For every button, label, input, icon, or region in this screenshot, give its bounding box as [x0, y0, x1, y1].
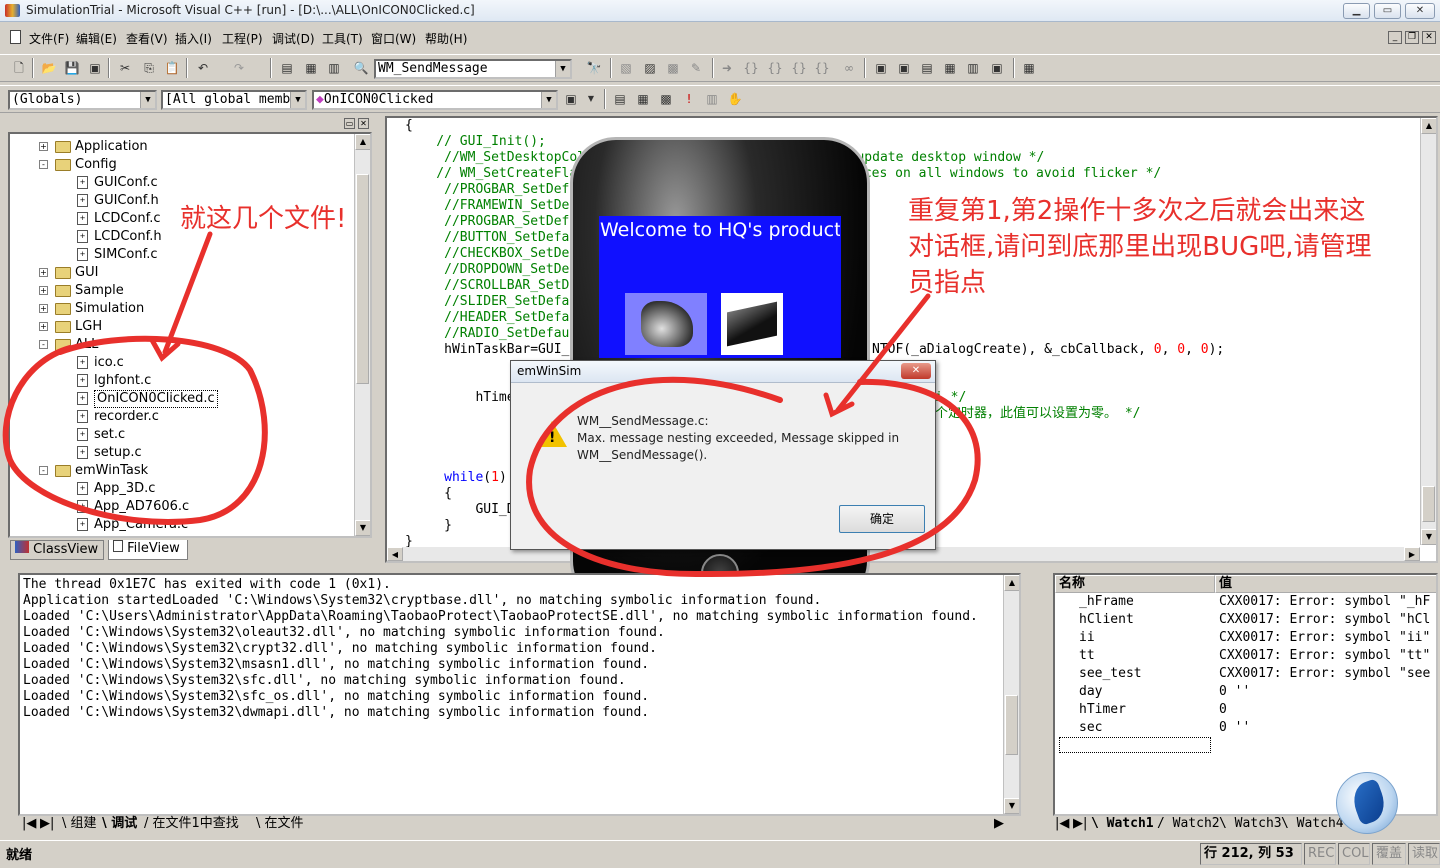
annotation-right-3: 员指点 — [908, 268, 987, 298]
annotation-right-1: 重复第1,第2操作十多次之后就会出来这 — [908, 196, 1366, 226]
right-arrow — [823, 293, 931, 418]
annotation-left: 就这几个文件! — [180, 204, 347, 234]
annotation-marks — [2, 231, 981, 578]
annotation-right-2: 对话框,请问到底那里出现BUG吧,请管理 — [908, 232, 1372, 262]
left-circle — [2, 335, 268, 525]
right-circle — [526, 376, 981, 578]
